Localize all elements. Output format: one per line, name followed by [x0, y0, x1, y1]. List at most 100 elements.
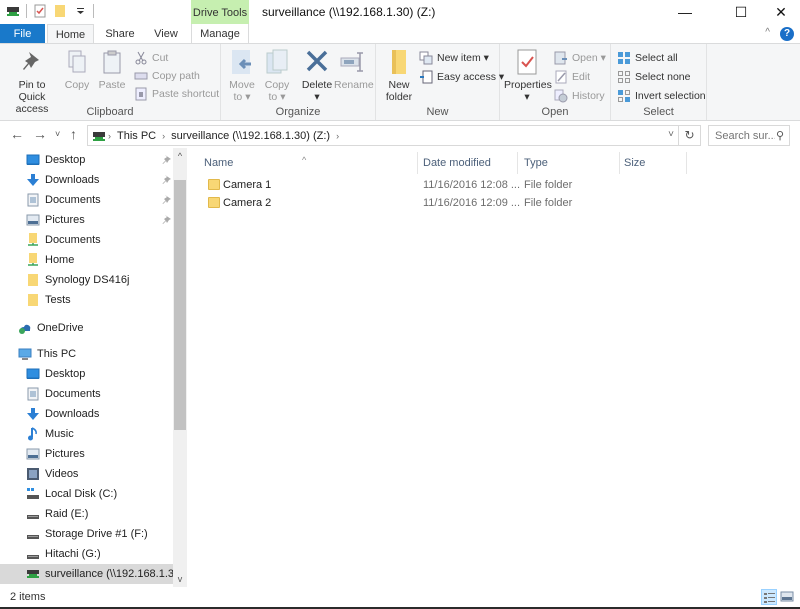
scrollbar-thumb[interactable] [174, 180, 186, 430]
new-item-button[interactable]: New item ▾ [419, 49, 489, 67]
copy-label: Copy [64, 79, 90, 91]
nav-item[interactable]: Raid (E:) [0, 504, 173, 524]
nav-item[interactable]: Downloads [0, 170, 173, 190]
tab-file[interactable]: File [0, 24, 45, 44]
column-header-date-modified[interactable]: Date modified [418, 152, 518, 174]
nav-item[interactable]: Home [0, 250, 173, 270]
nav-item[interactable]: Videos [0, 464, 173, 484]
back-button[interactable]: ← [10, 126, 24, 142]
open-button[interactable]: Open ▾ [554, 49, 606, 67]
pin-icon[interactable] [162, 214, 172, 227]
address-bar[interactable]: › This PC › surveillance (\\192.168.1.30… [87, 125, 701, 146]
tab-view[interactable]: View [146, 24, 186, 44]
computer-icon [18, 347, 32, 361]
nav-item[interactable]: Desktop [0, 364, 173, 384]
nav-item[interactable]: Music [0, 424, 173, 444]
pin-icon[interactable] [162, 194, 172, 207]
nav-label: Storage Drive #1 (F:) [45, 528, 148, 540]
new-folder-button[interactable]: New folder [382, 48, 416, 103]
breadcrumb-separator[interactable]: › [160, 131, 167, 141]
tab-home[interactable]: Home [47, 24, 94, 44]
copy-path-button[interactable]: Copy path [134, 67, 200, 85]
folder-icon [208, 179, 220, 190]
nav-item[interactable]: Synology DS416j [0, 270, 173, 290]
forward-button[interactable]: → [33, 126, 47, 142]
file-type: File folder [524, 179, 573, 191]
folder-icon [26, 273, 40, 287]
large-icons-view-button[interactable] [780, 589, 796, 605]
edit-button[interactable]: Edit [554, 68, 590, 86]
nav-item[interactable]: Documents [0, 384, 173, 404]
file-row[interactable]: Camera 1 11/16/2016 12:08 ... File folder [190, 176, 690, 194]
nav-item[interactable]: Pictures [0, 444, 173, 464]
customize-dropdown-icon[interactable] [73, 4, 87, 18]
copy-button[interactable]: Copy [62, 48, 92, 91]
pin-to-quick-access-button[interactable]: Pin to Quick access [4, 48, 60, 115]
nav-item[interactable]: Storage Drive #1 (F:) [0, 524, 173, 544]
cut-label: Cut [152, 52, 169, 64]
column-header-size[interactable]: Size [620, 152, 687, 174]
move-to-button[interactable]: Move to ▾ [226, 48, 258, 103]
organize-group: Move to ▾ Copy to ▾ Delete ▾ Rename Orga… [221, 44, 376, 120]
column-header-name[interactable]: Name ^ [190, 152, 418, 174]
properties-button[interactable]: Properties ▾ [504, 48, 552, 103]
easy-access-button[interactable]: Easy access ▾ [419, 68, 504, 86]
nav-item[interactable]: Local Disk (C:) [0, 484, 173, 504]
new-item-label: New item ▾ [437, 52, 489, 64]
collapse-ribbon-icon[interactable]: ^ [765, 27, 770, 38]
cut-button[interactable]: Cut [134, 49, 168, 67]
search-input[interactable] [715, 129, 775, 142]
nav-item[interactable]: Documents [0, 230, 173, 250]
pin-icon[interactable] [162, 174, 172, 187]
up-button[interactable]: ↑ [70, 126, 77, 142]
history-button[interactable]: History [554, 87, 605, 105]
nav-item[interactable]: Pictures [0, 210, 173, 230]
nav-item[interactable]: Tests [0, 290, 173, 310]
nav-item-onedrive[interactable]: OneDrive [0, 318, 173, 338]
close-icon: ✕ [775, 3, 787, 20]
scroll-down-icon[interactable]: v [173, 571, 187, 587]
select-all-button[interactable]: Select all [617, 49, 678, 67]
recent-locations-button[interactable]: ˅ [55, 129, 60, 139]
open-group: Properties ▾ Open ▾ Edit History Open [500, 44, 611, 120]
close-button[interactable]: ✕ [758, 0, 800, 24]
minimize-button[interactable]: — [662, 0, 708, 24]
nav-pane-scrollbar[interactable]: ^ v [173, 148, 187, 587]
nav-item[interactable]: surveillance (\\192.168.1.30) (Z:) [0, 564, 173, 584]
drive-icon [26, 527, 40, 541]
nav-item[interactable]: Downloads [0, 404, 173, 424]
breadcrumb-surveillance[interactable]: surveillance (\\192.168.1.30) (Z:) [167, 130, 334, 142]
delete-button[interactable]: Delete ▾ [301, 48, 333, 103]
paste-shortcut-label: Paste shortcut [152, 88, 220, 100]
pin-icon[interactable] [162, 154, 172, 167]
drive-icon[interactable] [6, 4, 20, 18]
copy-to-button[interactable]: Copy to ▾ [261, 48, 293, 103]
pictures-icon [26, 213, 40, 227]
folder-icon-cell [208, 179, 220, 191]
paste-button[interactable]: Paste [97, 48, 127, 91]
paste-shortcut-button[interactable]: Paste shortcut [134, 85, 219, 103]
new-folder-icon[interactable] [53, 4, 67, 18]
rename-button[interactable]: Rename [334, 48, 374, 91]
tab-manage[interactable]: Manage [191, 24, 249, 44]
search-box[interactable]: ⚲ [708, 125, 790, 146]
file-row[interactable]: Camera 2 11/16/2016 12:09 ... File folder [190, 194, 690, 212]
breadcrumb-separator[interactable]: › [334, 131, 341, 141]
tab-share[interactable]: Share [100, 24, 140, 44]
help-icon[interactable]: ? [780, 27, 794, 41]
properties-icon[interactable] [33, 4, 47, 18]
invert-selection-button[interactable]: Invert selection [617, 87, 706, 105]
address-dropdown-icon[interactable]: ˅ [668, 129, 674, 140]
nav-item[interactable]: Hitachi (G:) [0, 544, 173, 564]
nav-item[interactable]: Desktop [0, 150, 173, 170]
nav-item[interactable]: Documents [0, 190, 173, 210]
column-header-type[interactable]: Type [518, 152, 620, 174]
refresh-button[interactable]: ↻ [678, 126, 700, 145]
breadcrumb-separator[interactable]: › [106, 131, 113, 141]
scroll-up-icon[interactable]: ^ [173, 148, 187, 164]
select-none-button[interactable]: Select none [617, 68, 690, 86]
details-view-button[interactable] [761, 589, 777, 605]
breadcrumb-this-pc[interactable]: This PC [113, 130, 160, 142]
select-group-label: Select [643, 106, 674, 118]
nav-item-this-pc[interactable]: This PC [0, 344, 173, 364]
